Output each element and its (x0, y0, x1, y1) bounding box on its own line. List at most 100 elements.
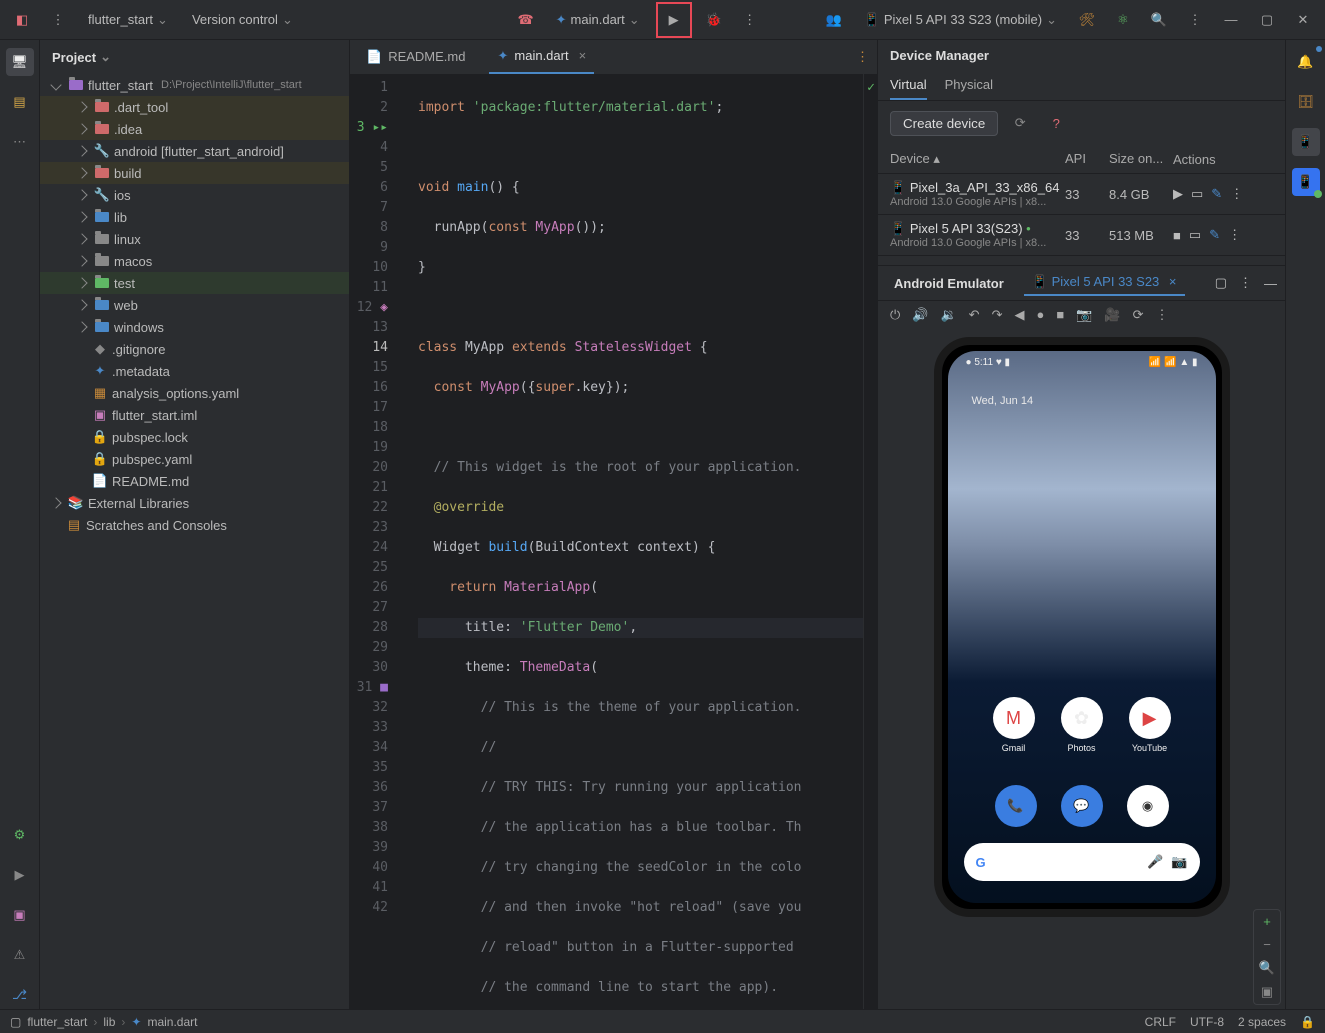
tree-item[interactable]: build (40, 162, 349, 184)
settings-icon[interactable]: ⋮ (1181, 6, 1209, 34)
tab-virtual[interactable]: Virtual (890, 71, 927, 100)
youtube-app-icon[interactable]: ▶YouTube (1128, 697, 1172, 753)
window-icon[interactable]: ▢ (1215, 275, 1227, 291)
more-run-icon[interactable]: ⋮ (736, 6, 764, 34)
help-icon[interactable]: ? (1042, 109, 1070, 137)
emulator-icon[interactable]: 📱 (1292, 168, 1320, 196)
run-button[interactable]: ▶ (660, 6, 688, 34)
tree-item[interactable]: ▣flutter_start.iml (40, 404, 349, 426)
app-menu-icon[interactable]: ◧ (8, 6, 36, 34)
folder-icon[interactable]: ▭ (1191, 186, 1203, 202)
tree-item[interactable]: windows (40, 316, 349, 338)
debug-button[interactable]: 🐞 (700, 6, 728, 34)
more-icon[interactable]: ⋮ (44, 6, 72, 34)
tree-item[interactable]: 🔒pubspec.yaml (40, 448, 349, 470)
run-config-dropdown[interactable]: ✦ main.dart ⌄ (548, 8, 648, 32)
more-tool-icon[interactable]: ⋯ (6, 128, 34, 156)
refresh-icon[interactable]: ⟳ (1006, 109, 1034, 137)
call-icon[interactable]: ☎ (512, 6, 540, 34)
editor-marker-bar[interactable]: ✓ (863, 74, 877, 1009)
code-content[interactable]: import 'package:flutter/material.dart'; … (410, 74, 863, 1009)
lens-icon[interactable]: 📷 (1171, 854, 1187, 870)
zoom-in-icon[interactable]: + (1263, 914, 1271, 929)
editor-menu-icon[interactable]: ⋮ (856, 49, 869, 65)
terminal-icon[interactable]: ▣ (6, 901, 34, 929)
tree-item[interactable]: ▤Scratches and Consoles (40, 514, 349, 536)
tab-main-dart[interactable]: ✦main.dart× (489, 40, 594, 74)
edit-icon[interactable]: ✎ (1211, 186, 1222, 202)
minimize-icon[interactable]: — (1217, 6, 1245, 34)
tree-item[interactable]: lib (40, 206, 349, 228)
encoding[interactable]: UTF-8 (1190, 1015, 1224, 1029)
database-icon[interactable]: 🗄 (1292, 88, 1320, 116)
volume-up-icon[interactable]: 🔊 (912, 307, 928, 323)
zoom-fit-icon[interactable]: 🔍 (1259, 960, 1275, 976)
google-search-bar[interactable]: G 🎤 📷 (964, 843, 1200, 881)
create-device-button[interactable]: Create device (890, 111, 998, 136)
atom-icon[interactable]: ⚛ (1109, 6, 1137, 34)
minimize-icon[interactable]: — (1264, 276, 1277, 291)
emulator-tab[interactable]: 📱 Pixel 5 API 33 S23 × (1024, 270, 1185, 296)
project-tool-icon[interactable]: 🖥 (6, 48, 34, 76)
tree-item[interactable]: test (40, 272, 349, 294)
tree-item[interactable]: ✦.metadata (40, 360, 349, 382)
close-icon[interactable]: × (1169, 274, 1177, 289)
power-icon[interactable]: ⏻ (890, 307, 900, 323)
device-row[interactable]: 📱 Pixel_3a_API_33_x86_64Android 13.0 Goo… (878, 174, 1285, 215)
device-row[interactable]: 📱 Pixel 5 API 33(S23) •Android 13.0 Goog… (878, 215, 1285, 256)
vcs-dropdown[interactable]: Version control ⌄ (184, 8, 301, 32)
play-icon[interactable]: ▶ (1173, 186, 1183, 202)
tab-readme[interactable]: 📄README.md (358, 40, 473, 74)
tree-item[interactable]: 🔧android [flutter_start_android] (40, 140, 349, 162)
screenshot-icon[interactable]: 📷 (1076, 307, 1092, 323)
edit-icon[interactable]: ✎ (1209, 227, 1220, 243)
rotate-left-icon[interactable]: ↶ (969, 307, 980, 323)
project-panel-header[interactable]: Project ⌄ (40, 40, 349, 74)
tree-root[interactable]: flutter_start D:\Project\IntelliJ\flutte… (40, 74, 349, 96)
close-icon[interactable]: ✕ (1289, 6, 1317, 34)
mic-icon[interactable]: 🎤 (1147, 854, 1163, 870)
tools-icon[interactable]: 🛠 (1073, 6, 1101, 34)
editor[interactable]: 123 ▸▸456789101112 ◈13141516171819202122… (350, 74, 877, 1009)
gmail-app-icon[interactable]: MGmail (992, 697, 1036, 753)
more-icon[interactable]: ⋮ (1155, 307, 1168, 323)
photos-app-icon[interactable]: ✿Photos (1060, 697, 1104, 753)
tab-physical[interactable]: Physical (945, 71, 993, 100)
more-icon[interactable]: ⋮ (1228, 227, 1241, 243)
device-selector[interactable]: 📱 Pixel 5 API 33 S23 (mobile) ⌄ (856, 8, 1065, 32)
tree-item[interactable]: ◆.gitignore (40, 338, 349, 360)
line-ending[interactable]: CRLF (1145, 1015, 1176, 1029)
volume-down-icon[interactable]: 🔉 (940, 307, 956, 323)
lock-icon[interactable]: 🔒 (1300, 1015, 1315, 1029)
gear-icon[interactable]: ⚙ (6, 821, 34, 849)
bookmarks-icon[interactable]: ▤ (6, 88, 34, 116)
stop-icon[interactable]: ■ (1173, 228, 1181, 243)
cwm-icon[interactable]: 👥 (820, 6, 848, 34)
indent[interactable]: 2 spaces (1238, 1015, 1286, 1029)
tree-item[interactable]: 📄README.md (40, 470, 349, 492)
back-icon[interactable]: ◀ (1014, 307, 1024, 323)
record-icon[interactable]: 🎥 (1104, 307, 1120, 323)
maximize-icon[interactable]: ▢ (1253, 6, 1281, 34)
device-manager-icon[interactable]: 📱 (1292, 128, 1320, 156)
phone-frame[interactable]: ● 5:11 ♥ ▮📶 📶 ▲ ▮ Wed, Jun 14 MGmail ✿Ph… (934, 337, 1230, 917)
folder-icon[interactable]: ▭ (1189, 227, 1201, 243)
git-icon[interactable]: ⎇ (6, 981, 34, 1009)
run-tool-icon[interactable]: ▶ (6, 861, 34, 889)
tree-item[interactable]: web (40, 294, 349, 316)
project-tree[interactable]: flutter_start D:\Project\IntelliJ\flutte… (40, 74, 349, 1009)
messages-app-icon[interactable]: 💬 (1061, 785, 1103, 827)
project-dropdown[interactable]: flutter_start ⌄ (80, 8, 176, 32)
rotate-right-icon[interactable]: ↷ (992, 307, 1003, 323)
tree-item[interactable]: 🔧ios (40, 184, 349, 206)
tree-item[interactable]: 📚External Libraries (40, 492, 349, 514)
tree-item[interactable]: linux (40, 228, 349, 250)
tree-item[interactable]: .dart_tool (40, 96, 349, 118)
notifications-icon[interactable]: 🔔 (1292, 48, 1320, 76)
close-tab-icon[interactable]: × (579, 48, 587, 63)
tree-item[interactable]: .idea (40, 118, 349, 140)
phone-app-icon[interactable]: 📞 (995, 785, 1037, 827)
search-icon[interactable]: 🔍 (1145, 6, 1173, 34)
chrome-app-icon[interactable]: ◉ (1127, 785, 1169, 827)
overview-icon[interactable]: ■ (1056, 307, 1064, 323)
